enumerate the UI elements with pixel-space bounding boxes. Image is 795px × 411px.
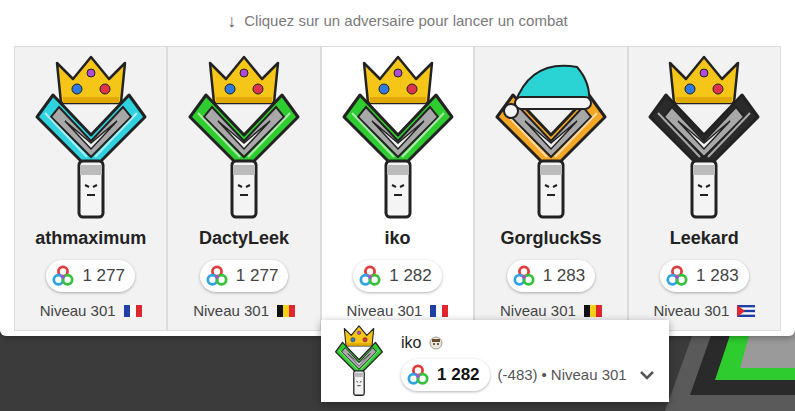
opponent-name: GorgluckSs	[500, 225, 601, 252]
instruction-text: Cliquez sur un adversaire pour lancer un…	[244, 10, 568, 33]
talent-badge: 1 283	[507, 260, 596, 292]
talent-value: 1 283	[696, 263, 739, 289]
level-row: Niveau 301	[193, 300, 295, 323]
level-text: Niveau 301	[347, 300, 423, 323]
leek-icon	[491, 53, 611, 223]
opponents-panel: ↓ Cliquez sur un adversaire pour lancer …	[0, 0, 795, 336]
talent-value: 1 277	[236, 263, 279, 289]
farmer-popup[interactable]: iko 1 282 (-483)•Niveau 301	[321, 320, 669, 402]
separator: •	[542, 364, 547, 387]
talent-value: 1 283	[543, 263, 586, 289]
opponent-card[interactable]: iko 1 282 Niveau 301	[321, 46, 474, 331]
farmer-info: iko 1 282 (-483)•Niveau 301	[401, 331, 655, 391]
talent-value: 1 282	[389, 263, 432, 289]
flag-icon	[584, 305, 602, 317]
leek-icon	[31, 53, 151, 223]
opponent-card[interactable]: athmaximum 1 277 Niveau 301	[14, 46, 167, 331]
level-row: Niveau 301	[653, 300, 755, 323]
talent-badge: 1 282	[353, 260, 442, 292]
level-text: Niveau 301	[500, 300, 576, 323]
leek-icon	[333, 324, 385, 398]
talent-badge: 1 277	[200, 260, 289, 292]
flag-icon	[430, 305, 448, 317]
leek-icon	[184, 53, 304, 223]
opponent-card[interactable]: GorgluckSs 1 283 Niveau 301	[474, 46, 627, 331]
leek-icon	[644, 53, 764, 223]
talent-value: 1 282	[437, 362, 480, 388]
opponent-name: athmaximum	[35, 225, 146, 252]
talent-icon	[359, 265, 381, 287]
level-row: Niveau 301	[500, 300, 602, 323]
level-text: Niveau 301	[653, 300, 729, 323]
farmer-name-row: iko	[401, 331, 655, 355]
opponent-name: Leekard	[670, 225, 739, 252]
talent-value: 1 277	[82, 263, 125, 289]
flag-icon	[277, 305, 295, 317]
chevron-icon[interactable]	[639, 370, 655, 380]
level-text: Niveau 301	[40, 300, 116, 323]
farmer-talent-row: 1 282 (-483)•Niveau 301	[401, 359, 655, 391]
opponent-name: iko	[385, 225, 411, 252]
talent-icon	[513, 265, 535, 287]
opponent-list: athmaximum 1 277 Niveau 301 DactyLeek 1 277 N…	[14, 46, 781, 331]
talent-delta: (-483)	[498, 364, 538, 387]
instruction: ↓ Cliquez sur un adversaire pour lancer …	[14, 6, 781, 36]
level-row: Niveau 301	[347, 300, 449, 323]
opponent-name: DactyLeek	[199, 225, 289, 252]
talent-icon	[206, 265, 228, 287]
level-row: Niveau 301	[40, 300, 142, 323]
talent-badge: 1 282	[401, 359, 490, 391]
level-text: Niveau 301	[193, 300, 269, 323]
talent-icon	[666, 265, 688, 287]
talent-icon	[52, 265, 74, 287]
farmer-name: iko	[401, 331, 421, 355]
level-text: Niveau 301	[551, 364, 627, 387]
arrow-icon: ↓	[227, 8, 236, 35]
opponent-card[interactable]: DactyLeek 1 277 Niveau 301	[167, 46, 320, 331]
flag-icon	[737, 305, 755, 317]
talent-badge: 1 277	[46, 260, 135, 292]
opponent-card[interactable]: Leekard 1 283 Niveau 301	[628, 46, 781, 331]
avatar-icon	[429, 336, 443, 350]
leek-icon	[338, 53, 458, 223]
flag-icon	[124, 305, 142, 317]
talent-icon	[407, 364, 429, 386]
talent-badge: 1 283	[660, 260, 749, 292]
